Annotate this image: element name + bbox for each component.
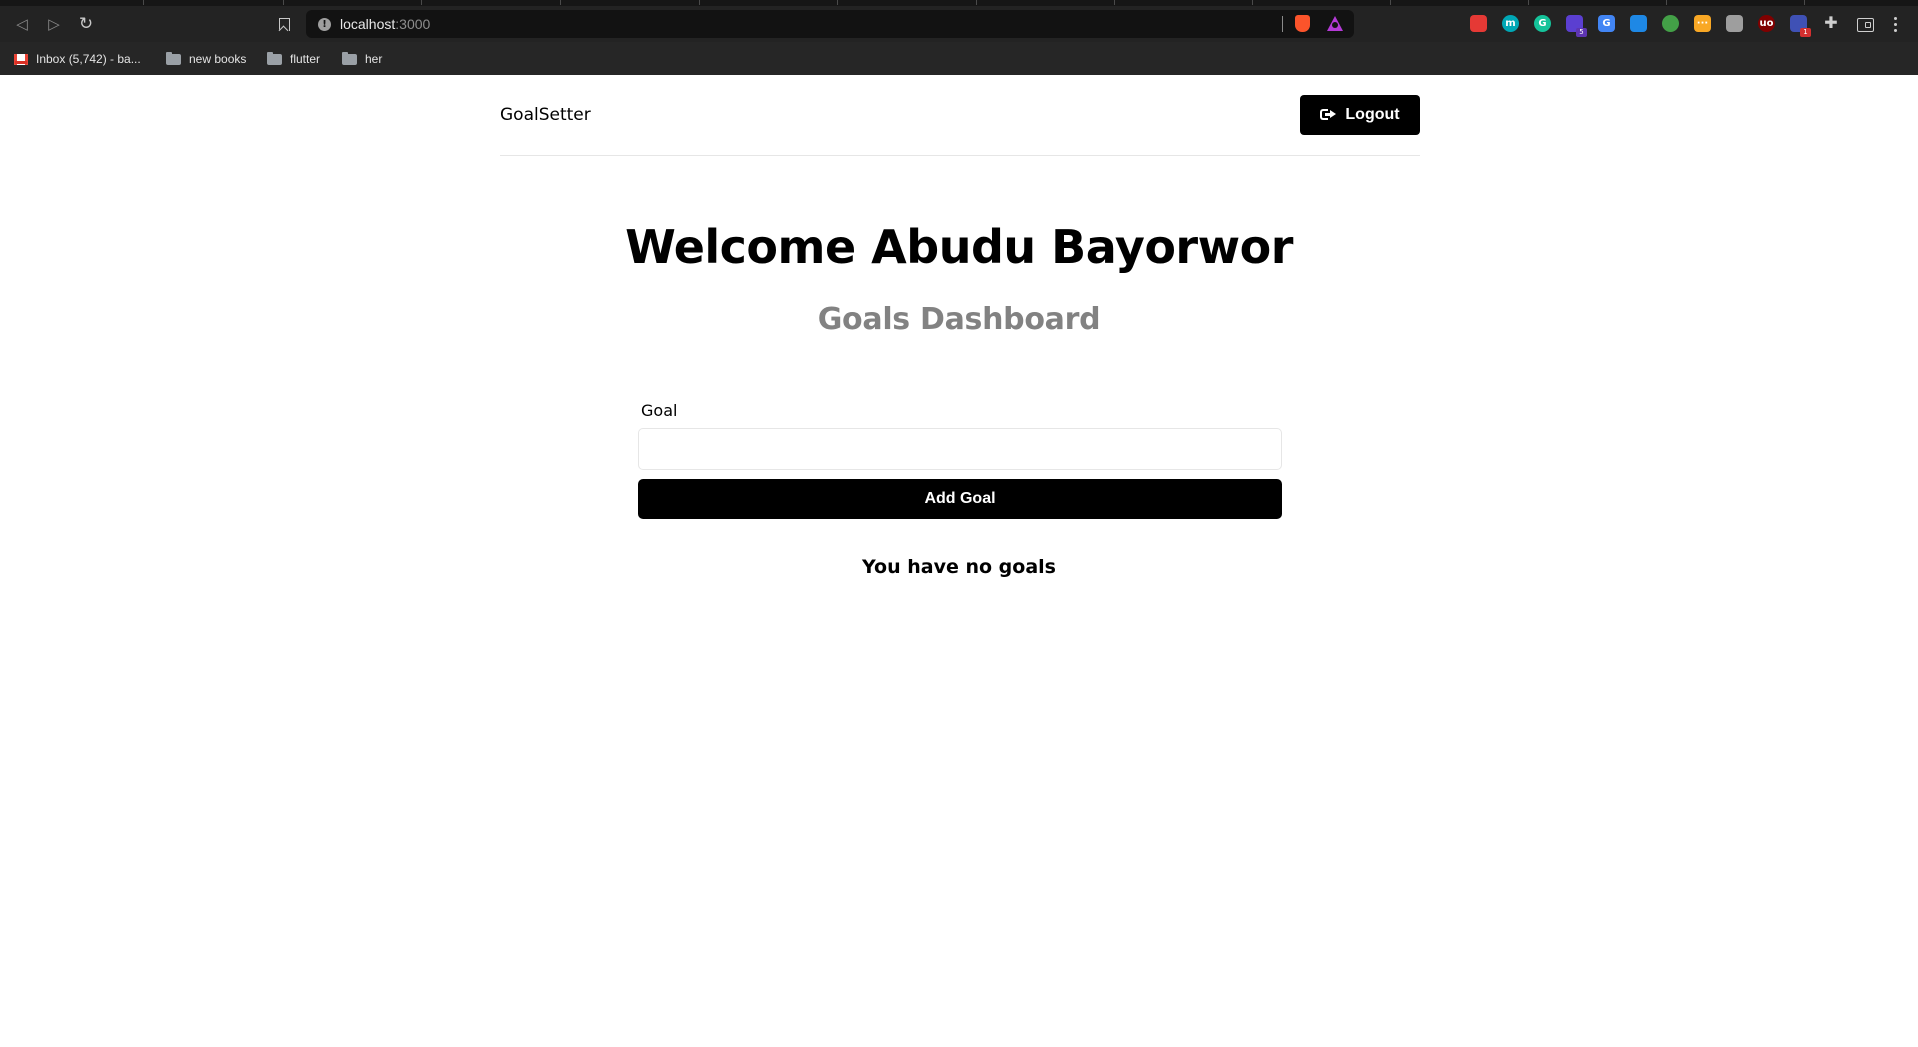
- eye-extension-icon[interactable]: [1630, 15, 1647, 32]
- bookmark-label: new books: [189, 52, 247, 66]
- tab-separator: [1390, 0, 1391, 5]
- gmail-icon: [14, 53, 28, 65]
- tab-separator: [1666, 0, 1667, 5]
- extensions-puzzle-icon[interactable]: ✚: [1822, 14, 1840, 32]
- tab-separator: [560, 0, 561, 5]
- welcome-heading: Welcome Abudu Bayorwor: [625, 220, 1293, 274]
- tab-separator: [143, 0, 144, 5]
- google-translate-icon[interactable]: G: [1598, 15, 1615, 32]
- bookmark-new-books[interactable]: new books: [166, 50, 246, 68]
- browser-toolbar: ◁ ▷ ↻ ! localhost:3000 m G 5 G ··· uo 1 ✚: [0, 6, 1918, 42]
- extension-glyph: m: [1505, 18, 1516, 29]
- bookmark-her[interactable]: her: [342, 50, 382, 68]
- reload-icon[interactable]: ↻: [76, 14, 96, 34]
- bookmark-label: flutter: [290, 52, 321, 66]
- bookmark-label: Inbox (5,742) - ba...: [36, 52, 141, 66]
- app-header: GoalSetter Logout: [500, 75, 1420, 156]
- tab-separator: [699, 0, 700, 5]
- browser-chrome: ◁ ▷ ↻ ! localhost:3000 m G 5 G ··· uo 1 ✚ Inbo…: [0, 0, 1918, 75]
- page-viewport: GoalSetter Logout Welcome Abudu Bayorwor…: [0, 75, 1918, 1047]
- ublock-icon[interactable]: uo: [1758, 15, 1775, 32]
- pen-extension-icon[interactable]: [1726, 15, 1743, 32]
- logout-label: Logout: [1345, 106, 1400, 123]
- brave-rewards-icon[interactable]: [1327, 16, 1343, 31]
- bookmark-flutter[interactable]: flutter: [267, 50, 320, 68]
- bookmark-page-icon[interactable]: [275, 14, 293, 34]
- brand-link[interactable]: GoalSetter: [500, 105, 591, 125]
- tab-separator: [283, 0, 284, 5]
- tab-separator: [1114, 0, 1115, 5]
- extension-badge: 5: [1576, 28, 1587, 37]
- green-ring-extension-icon[interactable]: [1662, 15, 1679, 32]
- address-bar-divider: [1282, 16, 1283, 32]
- wallet-icon[interactable]: [1857, 18, 1874, 32]
- url-host: localhost: [340, 16, 396, 32]
- tab-separator: [421, 0, 422, 5]
- url-text[interactable]: localhost:3000: [340, 16, 430, 32]
- blue-gear-extension-icon[interactable]: 1: [1790, 15, 1811, 37]
- folder-icon: [267, 51, 282, 65]
- logout-button[interactable]: Logout: [1300, 95, 1420, 135]
- extension-glyph: ···: [1696, 18, 1709, 29]
- purple-extension-icon[interactable]: 5: [1566, 15, 1587, 37]
- goal-input[interactable]: [638, 428, 1282, 470]
- browser-menu-icon[interactable]: [1890, 14, 1900, 34]
- url-port: :3000: [395, 16, 431, 32]
- tab-separator: [1528, 0, 1529, 5]
- grammarly-icon[interactable]: G: [1534, 15, 1551, 32]
- tab-separator: [1252, 0, 1253, 5]
- tab-separator: [837, 0, 838, 5]
- bookmark-inbox[interactable]: Inbox (5,742) - ba...: [14, 50, 141, 68]
- folder-icon: [342, 51, 357, 65]
- extension-glyph: G: [1602, 18, 1611, 29]
- address-bar[interactable]: ! localhost:3000: [306, 10, 1354, 38]
- extension-glyph: G: [1538, 18, 1547, 29]
- brave-shields-icon[interactable]: [1295, 15, 1310, 32]
- red-extension-icon[interactable]: [1470, 15, 1487, 32]
- dashboard-subtitle: Goals Dashboard: [817, 302, 1101, 337]
- add-goal-button[interactable]: Add Goal: [638, 479, 1282, 519]
- tab-separator: [976, 0, 977, 5]
- bookmarks-bar: Inbox (5,742) - ba... new books flutter …: [0, 42, 1918, 75]
- site-info-icon[interactable]: !: [318, 18, 331, 31]
- goal-label: Goal: [641, 401, 678, 420]
- bookmark-label: her: [365, 52, 383, 66]
- tab-separator: [1804, 0, 1805, 5]
- yellow-extension-icon[interactable]: ···: [1694, 15, 1711, 32]
- extension-badge: 1: [1800, 28, 1811, 37]
- m-extension-icon[interactable]: m: [1502, 15, 1519, 32]
- back-icon[interactable]: ◁: [12, 14, 32, 34]
- folder-icon: [166, 51, 181, 65]
- extension-glyph: uo: [1759, 18, 1774, 29]
- empty-goals-message: You have no goals: [862, 556, 1056, 578]
- sign-out-icon: [1320, 108, 1337, 122]
- forward-icon[interactable]: ▷: [44, 14, 64, 34]
